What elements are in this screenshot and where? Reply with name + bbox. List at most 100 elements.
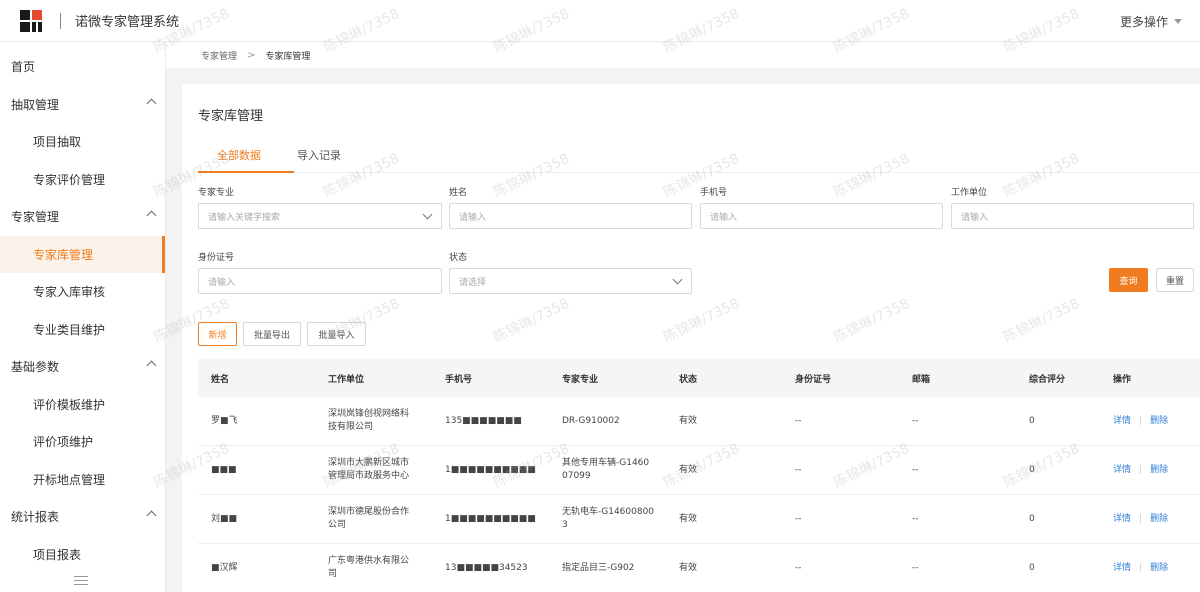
batch-export-button[interactable]: 批量导出 bbox=[243, 322, 301, 346]
table-header: 姓名 工作单位 手机号 专家专业 状态 身份证号 邮箱 综合评分 操作 bbox=[198, 359, 1200, 397]
chevron-up-icon bbox=[146, 210, 157, 221]
cell-phone: 13■■■■■34523 bbox=[445, 562, 528, 573]
breadcrumb-separator: > bbox=[247, 49, 256, 61]
header-divider bbox=[60, 12, 61, 29]
sidebar-item-specialty-category[interactable]: 专业类目维护 bbox=[0, 311, 165, 349]
cell-text-line: 其他专用车辆-G1460 bbox=[562, 458, 650, 468]
delete-link[interactable]: 删除 bbox=[1150, 416, 1168, 426]
tab-import-records[interactable]: 导入记录 bbox=[297, 147, 341, 163]
brand-logo-icon[interactable] bbox=[20, 9, 42, 32]
column-header-score: 综合评分 bbox=[1029, 374, 1066, 385]
cell-actions: 详情 | 删除 bbox=[1113, 513, 1168, 526]
chevron-up-icon bbox=[146, 98, 157, 108]
reset-button[interactable]: 重置 bbox=[1156, 268, 1194, 292]
specialty-placeholder: 请输入关键字搜索 bbox=[208, 212, 281, 223]
detail-link[interactable]: 详情 bbox=[1113, 514, 1131, 524]
sidebar-item-label: 评价项维护 bbox=[33, 435, 94, 450]
cell-id-number: -- bbox=[795, 415, 802, 426]
cell-status: 有效 bbox=[679, 513, 698, 524]
sidebar-group-basic-params[interactable]: 基础参数 bbox=[0, 348, 165, 386]
breadcrumb: 专家管理 > 专家库管理 bbox=[166, 42, 1200, 68]
query-button[interactable]: 查询 bbox=[1109, 268, 1148, 292]
phone-input[interactable]: 请输入 bbox=[700, 203, 943, 229]
name-input[interactable]: 请输入 bbox=[449, 203, 692, 229]
add-button[interactable]: 新增 bbox=[198, 322, 237, 346]
batch-import-button[interactable]: 批量导入 bbox=[307, 322, 366, 346]
cell-id-number: -- bbox=[795, 562, 802, 573]
sidebar-item-label: 项目报表 bbox=[33, 547, 82, 562]
cell-email: -- bbox=[912, 562, 919, 573]
sidebar-item-expert-evaluation[interactable]: 专家评价管理 bbox=[0, 161, 165, 199]
cell-score: 0 bbox=[1029, 513, 1035, 524]
sidebar-item-expert-admission-review[interactable]: 专家入库审核 bbox=[0, 273, 165, 311]
sidebar-item-label: 基础参数 bbox=[11, 360, 60, 375]
cell-specialty: 无轨电车-G14600800 3 bbox=[562, 506, 654, 532]
column-header-phone: 手机号 bbox=[445, 374, 473, 385]
id-number-label: 身份证号 bbox=[198, 253, 235, 263]
cell-email: -- bbox=[912, 415, 919, 426]
column-header-name: 姓名 bbox=[211, 374, 230, 385]
sidebar-item-label: 项目抽取 bbox=[33, 135, 82, 150]
cell-workplace: 深圳岚锋创视网络科 技有限公司 bbox=[328, 408, 409, 434]
action-separator: | bbox=[1139, 464, 1143, 475]
detail-link[interactable]: 详情 bbox=[1113, 465, 1131, 475]
sidebar: 首页 抽取管理 项目抽取 专家评价管理 专家管理 专家库管理 专家入库审核 专业… bbox=[0, 42, 166, 592]
sidebar-item-evaluation-item[interactable]: 评价项维护 bbox=[0, 423, 165, 461]
id-number-placeholder: 请输入 bbox=[208, 277, 236, 288]
table-row: 罗■飞 深圳岚锋创视网络科 技有限公司 135■■■■■■■ DR-G910002… bbox=[198, 397, 1200, 446]
id-number-input[interactable]: 请输入 bbox=[198, 268, 442, 294]
cell-name: ■■■ bbox=[211, 464, 237, 475]
breadcrumb-item-expert-library: 专家库管理 bbox=[265, 51, 311, 62]
workplace-input[interactable]: 请输入 bbox=[951, 203, 1194, 229]
menu-collapse-icon[interactable] bbox=[74, 576, 88, 586]
sidebar-item-home[interactable]: 首页 bbox=[0, 48, 165, 86]
cell-status: 有效 bbox=[679, 415, 698, 426]
delete-link[interactable]: 删除 bbox=[1150, 563, 1168, 573]
specialty-search-select[interactable]: 请输入关键字搜索 bbox=[198, 203, 442, 229]
cell-actions: 详情 | 删除 bbox=[1113, 415, 1168, 428]
action-separator: | bbox=[1139, 562, 1143, 573]
cell-text-line: 管理局市政服务中心 bbox=[328, 471, 410, 481]
sidebar-group-statistics[interactable]: 统计报表 bbox=[0, 498, 165, 536]
workplace-placeholder: 请输入 bbox=[961, 212, 989, 223]
delete-link[interactable]: 删除 bbox=[1150, 514, 1168, 524]
sidebar-item-label: 专家库管理 bbox=[33, 247, 94, 262]
cell-name: 罗■飞 bbox=[211, 415, 238, 426]
cell-actions: 详情 | 删除 bbox=[1113, 562, 1168, 575]
cell-score: 0 bbox=[1029, 562, 1035, 573]
cell-phone: 1■■■■■■■■■■ bbox=[445, 513, 536, 524]
more-operations-label: 更多操作 bbox=[1119, 15, 1168, 29]
sidebar-item-bid-location[interactable]: 开标地点管理 bbox=[0, 461, 165, 499]
status-placeholder: 请选择 bbox=[459, 277, 487, 288]
sidebar-item-project-report[interactable]: 项目报表 bbox=[0, 536, 165, 574]
app-title: 诺微专家管理系统 bbox=[75, 15, 180, 30]
more-operations-menu[interactable]: 更多操作 bbox=[1120, 13, 1182, 30]
detail-link[interactable]: 详情 bbox=[1113, 416, 1131, 426]
phone-placeholder: 请输入 bbox=[710, 212, 738, 223]
sidebar-item-label: 抽取管理 bbox=[11, 97, 60, 112]
tab-all-data[interactable]: 全部数据 bbox=[217, 147, 261, 163]
table-row: ■■■ 深圳市大鹏新区城市 管理局市政服务中心 1■■■■■■■■■■ 其他专用车… bbox=[198, 446, 1200, 495]
sidebar-item-evaluation-template[interactable]: 评价模板维护 bbox=[0, 386, 165, 424]
cell-text-line: 司 bbox=[328, 569, 338, 579]
delete-link[interactable]: 删除 bbox=[1150, 465, 1168, 475]
column-header-status: 状态 bbox=[679, 374, 698, 385]
column-header-workplace: 工作单位 bbox=[328, 374, 365, 385]
detail-link[interactable]: 详情 bbox=[1113, 563, 1131, 573]
sidebar-item-project-extraction[interactable]: 项目抽取 bbox=[0, 123, 165, 161]
cell-phone: 135■■■■■■■ bbox=[445, 415, 522, 426]
breadcrumb-item-expert-management[interactable]: 专家管理 bbox=[201, 49, 237, 62]
sidebar-item-expert-library[interactable]: 专家库管理 bbox=[0, 235, 165, 273]
table-row: 刘■■ 深圳市德尾股份合作 公司 1■■■■■■■■■■ 无轨电车-G146008… bbox=[198, 495, 1200, 544]
cell-score: 0 bbox=[1029, 464, 1035, 475]
page-title: 专家库管理 bbox=[198, 109, 264, 124]
sidebar-group-expert-management[interactable]: 专家管理 bbox=[0, 198, 165, 236]
sidebar-group-extraction[interactable]: 抽取管理 bbox=[0, 86, 165, 124]
cell-id-number: -- bbox=[795, 464, 802, 475]
status-select[interactable]: 请选择 bbox=[449, 268, 692, 294]
cell-specialty: 其他专用车辆-G1460 07099 bbox=[562, 457, 649, 483]
action-separator: | bbox=[1139, 513, 1143, 524]
cell-specialty: 指定品目三-G902 bbox=[562, 562, 635, 573]
cell-id-number: -- bbox=[795, 513, 802, 524]
sidebar-item-label: 专业类目维护 bbox=[33, 322, 106, 337]
